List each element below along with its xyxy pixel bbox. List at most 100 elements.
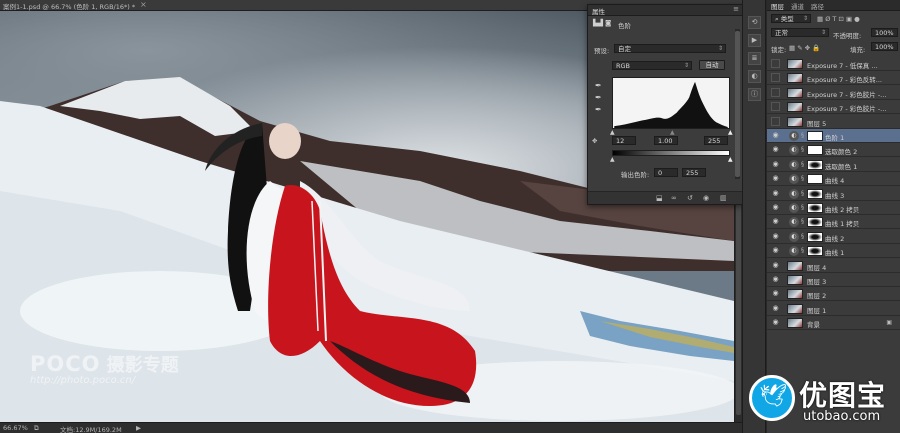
layer-row[interactable]: ◉ 图层 4 — [767, 258, 900, 273]
visibility-icon[interactable]: ◉ — [703, 194, 709, 202]
layer-row[interactable]: ◉ ◐ § 曲线 2 拷贝 — [767, 201, 900, 215]
layer-row[interactable]: ◉ ◐ § 选取颜色 1 — [767, 157, 900, 172]
input-white-slider[interactable]: ▲ — [728, 129, 733, 136]
layer-row[interactable]: ◉ 图层 2 — [767, 287, 900, 302]
layer-thumbnail[interactable] — [787, 303, 803, 314]
layer-row[interactable]: ◉ ◐ § 色阶 1 — [767, 129, 900, 143]
clipping-icon[interactable]: ✥ — [592, 137, 597, 145]
mask-icon[interactable]: ◙ — [605, 19, 611, 27]
close-document-icon[interactable]: × — [140, 0, 147, 9]
properties-tab[interactable]: 属性 ≡ — [588, 5, 742, 16]
layer-row[interactable]: ◉ ◐ § 曲线 4 — [767, 172, 900, 187]
layer-mask-thumbnail[interactable] — [807, 188, 823, 199]
output-white-slider[interactable]: ▲ — [728, 156, 733, 163]
input-gamma-slider[interactable]: ▲ — [670, 129, 675, 136]
history-icon[interactable]: ⟲ — [748, 16, 761, 29]
eye-icon[interactable]: ◉ — [771, 232, 780, 241]
link-icon[interactable]: § — [801, 132, 804, 139]
tab-layers[interactable]: 图层 — [771, 1, 784, 11]
layer-row[interactable]: ◉ ◐ § 选取颜色 2 — [767, 143, 900, 158]
layer-row[interactable]: ◉ ◐ § 曲线 3 — [767, 186, 900, 201]
input-white-field[interactable]: 255 — [704, 136, 728, 145]
layer-thumbnail[interactable] — [787, 116, 803, 127]
input-black-slider[interactable]: ▲ — [610, 129, 615, 136]
link-icon[interactable]: § — [801, 161, 804, 168]
layer-mask-thumbnail[interactable] — [807, 246, 823, 257]
layer-mask-thumbnail[interactable] — [807, 174, 823, 185]
layer-mask-thumbnail[interactable] — [807, 217, 823, 228]
layer-row[interactable]: ◉ 图层 3 — [767, 273, 900, 287]
eye-icon[interactable]: ◉ — [771, 189, 780, 198]
tab-channels[interactable]: 通道 — [791, 1, 804, 11]
blend-mode-select[interactable]: 正常 ⇕ — [771, 28, 829, 37]
black-point-eyedropper-icon[interactable]: ✒ — [595, 81, 602, 90]
status-menu-icon[interactable]: ▶ — [136, 424, 141, 432]
properties-scrollbar[interactable] — [735, 29, 740, 179]
layer-mask-thumbnail[interactable] — [807, 145, 823, 156]
trash-icon[interactable]: ▥ — [720, 194, 727, 202]
link-icon[interactable]: § — [801, 233, 804, 240]
link-icon[interactable]: § — [801, 204, 804, 211]
gray-point-eyedropper-icon[interactable]: ✒ — [595, 93, 602, 102]
layer-thumbnail[interactable] — [787, 87, 803, 98]
visibility-toggle[interactable] — [771, 102, 780, 112]
layer-thumbnail[interactable] — [787, 275, 803, 285]
link-icon[interactable]: § — [801, 175, 804, 182]
layer-row[interactable]: Exposure 7 - 彩色胶片 -... — [767, 100, 900, 115]
visibility-toggle[interactable] — [771, 59, 780, 68]
layer-mask-thumbnail[interactable] — [807, 131, 823, 141]
document-size[interactable]: 文档:12.9M/169.2M — [60, 424, 122, 433]
layer-row[interactable]: ◉ ◐ § 曲线 1 — [767, 244, 900, 259]
eye-icon[interactable]: ◉ — [771, 131, 780, 140]
eye-icon[interactable]: ◉ — [771, 145, 780, 154]
layer-thumbnail[interactable] — [787, 102, 803, 113]
layer-mask-thumbnail[interactable] — [807, 159, 823, 170]
preset-select[interactable]: 自定 ⇕ — [614, 44, 726, 53]
share-icon[interactable]: ⧉ — [34, 424, 39, 433]
visibility-toggle[interactable] — [771, 73, 780, 83]
eye-icon[interactable]: ◉ — [771, 246, 780, 255]
output-black-slider[interactable]: ▲ — [610, 156, 615, 163]
layer-thumbnail[interactable] — [787, 59, 803, 69]
eye-icon[interactable]: ◉ — [771, 261, 780, 270]
scrollbar-thumb[interactable] — [735, 31, 740, 177]
lock-icons[interactable]: ▦ ✎ ✥ 🔒 — [789, 44, 820, 52]
output-black-field[interactable]: 0 — [654, 168, 678, 177]
auto-button[interactable]: 自动 — [699, 60, 725, 70]
layer-thumbnail[interactable] — [787, 73, 803, 84]
eye-icon[interactable]: ◉ — [771, 217, 780, 226]
white-point-eyedropper-icon[interactable]: ✒ — [595, 105, 602, 114]
layer-mask-thumbnail[interactable] — [807, 231, 823, 242]
filter-icons[interactable]: ▦ Ø T ⊡ ▣ ● — [817, 15, 860, 23]
output-white-field[interactable]: 255 — [682, 168, 706, 177]
clip-to-layer-icon[interactable]: ⬓ — [656, 194, 663, 202]
layer-thumbnail[interactable] — [787, 318, 803, 329]
eye-icon[interactable]: ◉ — [771, 174, 780, 183]
channel-select[interactable]: RGB ⇕ — [612, 61, 692, 70]
eye-icon[interactable]: ◉ — [771, 318, 780, 327]
layer-row[interactable]: 图层 5 — [767, 114, 900, 129]
layer-thumbnail[interactable] — [787, 289, 803, 300]
link-icon[interactable]: § — [801, 190, 804, 197]
layer-filter-select[interactable]: ⌕ 类型 ⇕ — [771, 14, 811, 23]
input-gamma-field[interactable]: 1.00 — [654, 136, 678, 145]
info-icon[interactable]: ⓘ — [748, 88, 761, 101]
layer-row[interactable]: ◉ 背景 ▣ — [767, 316, 900, 331]
properties-icon[interactable]: ≣ — [748, 52, 761, 65]
adjustments-icon[interactable]: ◐ — [748, 70, 761, 83]
actions-icon[interactable]: ▶ — [748, 34, 761, 47]
link-icon[interactable]: § — [801, 146, 804, 153]
fill-field[interactable]: 100% — [871, 42, 898, 51]
layer-row[interactable]: Exposure 7 - 低保真 ... — [767, 57, 900, 71]
eye-icon[interactable]: ◉ — [771, 203, 780, 212]
zoom-readout[interactable]: 66.67% — [3, 424, 28, 432]
layer-row[interactable]: ◉ ◐ § 曲线 2 — [767, 229, 900, 244]
layer-thumbnail[interactable] — [787, 260, 803, 271]
layer-row[interactable]: Exposure 7 - 彩色反转... — [767, 71, 900, 86]
layer-mask-thumbnail[interactable] — [807, 203, 823, 213]
input-black-field[interactable]: 12 — [612, 136, 636, 145]
eye-icon[interactable]: ◉ — [771, 289, 780, 298]
eye-icon[interactable]: ◉ — [771, 304, 780, 313]
layer-row[interactable]: Exposure 7 - 彩色胶片 -... — [767, 85, 900, 100]
link-icon[interactable]: § — [801, 218, 804, 225]
